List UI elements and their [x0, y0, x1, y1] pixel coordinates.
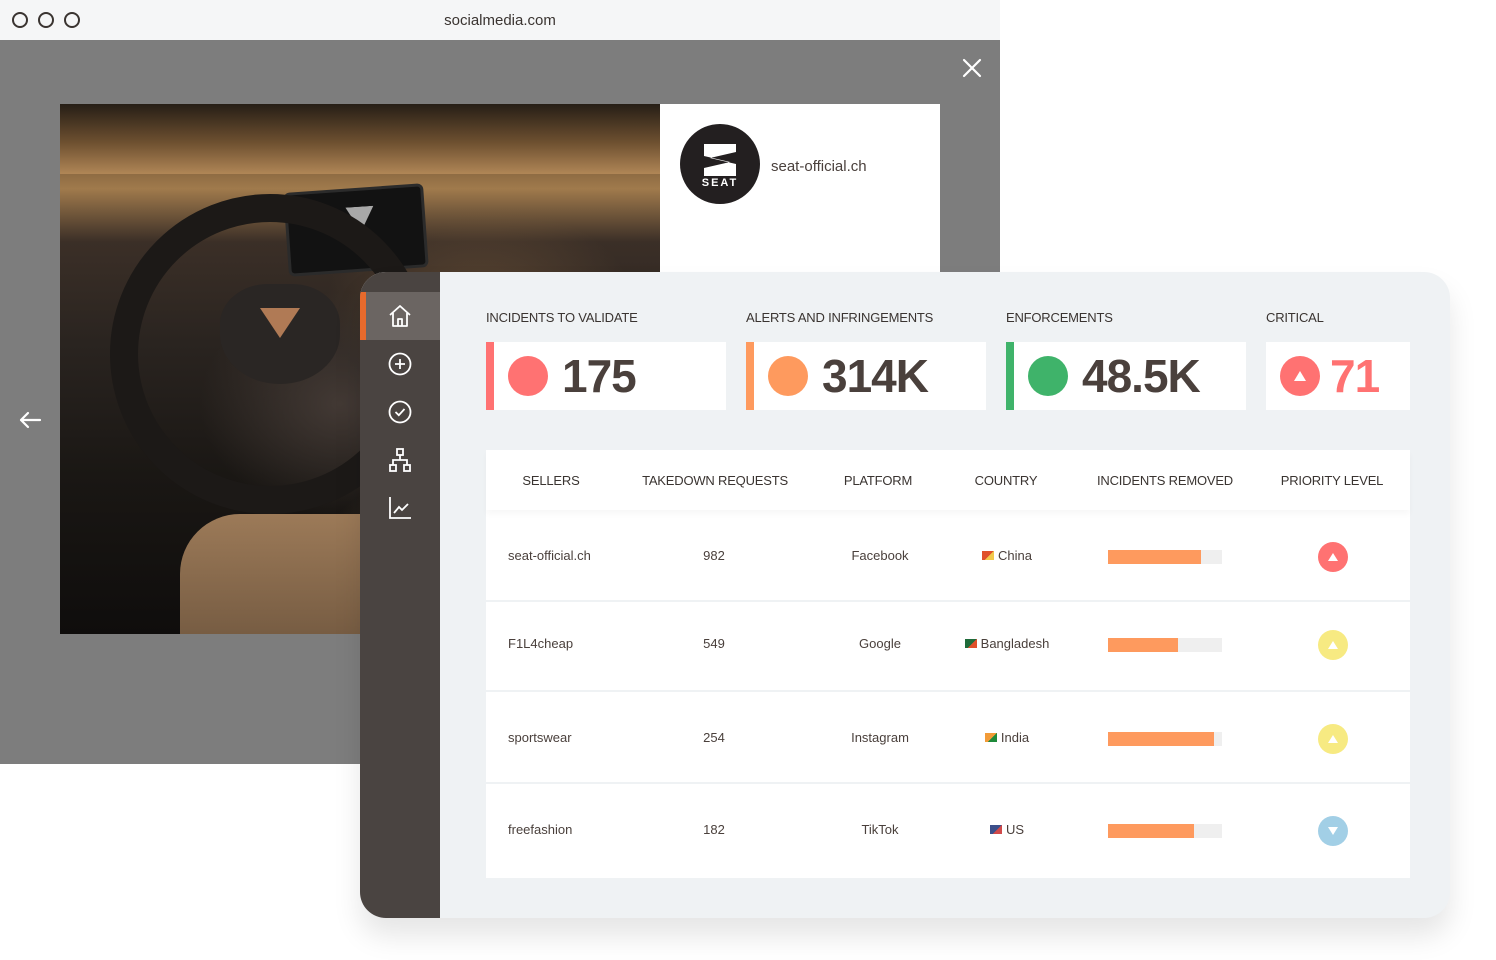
flag-icon [984, 733, 997, 742]
status-dot-icon [1028, 356, 1068, 396]
status-dot-icon [768, 356, 808, 396]
priority-badge[interactable] [1318, 630, 1348, 660]
sidebar-item-home[interactable] [360, 292, 440, 340]
kpi-label-critical: CRITICAL [1266, 310, 1324, 325]
dashboard-content: INCIDENTS TO VALIDATE ALERTS AND INFRING… [440, 272, 1450, 918]
cell-takedown-requests: 254 [703, 730, 725, 745]
svg-text:SEAT: SEAT [702, 177, 739, 189]
triangle-up-icon [1328, 735, 1338, 743]
kpi-label-enforcements: ENFORCEMENTS [1006, 310, 1113, 325]
kpi-card-enforcements[interactable]: 48.5K [1006, 342, 1246, 410]
incidents-removed-bar [1108, 638, 1222, 652]
sidebar-item-network[interactable] [360, 436, 440, 484]
column-header-takedown-requests[interactable]: TAKEDOWN REQUESTS [624, 473, 806, 488]
kpi-value-enforcements: 48.5K [1082, 350, 1201, 402]
check-circle-icon [388, 400, 412, 424]
incidents-removed-fill [1108, 824, 1194, 838]
kpi-label-incidents: INCIDENTS TO VALIDATE [486, 310, 638, 325]
column-header-platform[interactable]: PLATFORM [818, 473, 938, 488]
line-chart-icon [389, 497, 411, 519]
incidents-removed-bar [1108, 824, 1222, 838]
column-header-sellers[interactable]: SELLERS [486, 473, 616, 488]
incidents-removed-bar [1108, 550, 1222, 564]
avatar[interactable]: SEAT [680, 124, 760, 204]
kpi-accent-bar [486, 342, 494, 410]
triangle-down-icon [1328, 827, 1338, 835]
incidents-removed-bar [1108, 732, 1222, 746]
column-header-country[interactable]: COUNTRY [946, 473, 1066, 488]
kpi-label-alerts: ALERTS AND INFRINGEMENTS [746, 310, 934, 325]
cell-country: Bangladesh [942, 636, 1072, 651]
cell-seller[interactable]: F1L4cheap [508, 636, 573, 651]
triangle-up-icon [1280, 356, 1320, 396]
column-header-priority-level[interactable]: PRIORITY LEVEL [1266, 473, 1398, 488]
account-handle[interactable]: seat-official.ch [771, 158, 867, 175]
cell-country: China [942, 548, 1072, 563]
kpi-card-incidents[interactable]: 175 [486, 342, 726, 410]
table-row[interactable]: F1L4cheap 549 Google Bangladesh [486, 602, 1410, 692]
priority-badge[interactable] [1318, 542, 1348, 572]
close-icon[interactable] [958, 54, 986, 82]
cell-country: India [942, 730, 1072, 745]
triangle-up-icon [1328, 553, 1338, 561]
cell-platform: Google [859, 636, 901, 651]
browser-title-bar: socialmedia.com [0, 0, 1000, 40]
sidebar-item-validate[interactable] [360, 388, 440, 436]
kpi-value-alerts: 314K [822, 350, 929, 402]
cell-platform: Instagram [851, 730, 909, 745]
post-image-windshield [60, 104, 660, 174]
table-row[interactable]: freefashion 182 TikTok US [486, 784, 1410, 876]
country-name: China [998, 548, 1032, 563]
cell-takedown-requests: 982 [703, 548, 725, 563]
priority-badge[interactable] [1318, 724, 1348, 754]
incidents-removed-fill [1108, 550, 1202, 564]
cell-seller[interactable]: seat-official.ch [508, 548, 591, 563]
country-name: Bangladesh [980, 636, 1050, 651]
flag-icon [964, 639, 977, 648]
kpi-value-critical: 71 [1330, 350, 1380, 402]
incidents-removed-fill [1108, 732, 1215, 746]
kpi-card-alerts[interactable]: 314K [746, 342, 986, 410]
cell-takedown-requests: 549 [703, 636, 725, 651]
seat-logo-icon: SEAT [702, 144, 739, 189]
kpi-card-critical[interactable]: 71 [1266, 342, 1410, 410]
plus-circle-icon [388, 352, 412, 376]
sidebar [360, 272, 440, 918]
flag-icon [989, 825, 1002, 834]
sidebar-item-add[interactable] [360, 340, 440, 388]
home-icon [389, 305, 411, 327]
table-row[interactable]: sportswear 254 Instagram India [486, 692, 1410, 784]
cell-country: US [942, 822, 1072, 837]
hierarchy-icon [389, 448, 411, 472]
cell-platform: TikTok [861, 822, 899, 837]
country-name: US [1005, 822, 1025, 837]
kpi-accent-bar [746, 342, 754, 410]
priority-badge[interactable] [1318, 816, 1348, 846]
address-bar-url[interactable]: socialmedia.com [0, 12, 1000, 29]
status-dot-icon [508, 356, 548, 396]
column-header-incidents-removed[interactable]: INCIDENTS REMOVED [1084, 473, 1246, 488]
kpi-value-incidents: 175 [562, 350, 637, 402]
dashboard-panel: INCIDENTS TO VALIDATE ALERTS AND INFRING… [360, 272, 1450, 918]
incidents-removed-fill [1108, 638, 1178, 652]
flag-icon [982, 551, 995, 560]
cell-seller[interactable]: sportswear [508, 730, 572, 745]
triangle-up-icon [1328, 641, 1338, 649]
sellers-table: SELLERS TAKEDOWN REQUESTS PLATFORM COUNT… [486, 450, 1410, 878]
arrow-left-icon[interactable] [16, 408, 44, 432]
cell-seller[interactable]: freefashion [508, 822, 572, 837]
table-row[interactable]: seat-official.ch 982 Facebook China [486, 512, 1410, 602]
sidebar-item-analytics[interactable] [360, 484, 440, 532]
cell-takedown-requests: 182 [703, 822, 725, 837]
country-name: India [1000, 730, 1030, 745]
kpi-accent-bar [1006, 342, 1014, 410]
table-header: SELLERS TAKEDOWN REQUESTS PLATFORM COUNT… [486, 450, 1410, 510]
cell-platform: Facebook [851, 548, 909, 563]
